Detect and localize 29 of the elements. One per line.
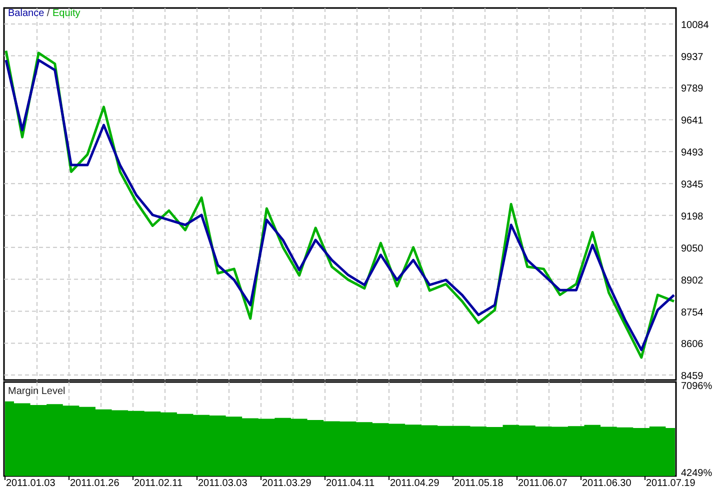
y-axis-label: 9641: [681, 116, 704, 127]
y-axis-label: 9493: [681, 148, 704, 159]
y-axis-label: 4249%: [681, 468, 712, 479]
y-axis-label: 9345: [681, 180, 704, 191]
y-axis-label: 8754: [681, 307, 704, 318]
x-axis-label: 2011.01.26: [70, 478, 120, 489]
y-axis-label: 9937: [681, 52, 704, 63]
x-axis-label: 2011.01.03: [6, 478, 56, 489]
y-axis-label: 8606: [681, 339, 704, 350]
y-axis-label: 9050: [681, 243, 704, 254]
y-axis-label: 9198: [681, 211, 704, 222]
x-axis-label: 2011.03.29: [262, 478, 312, 489]
legend-separator: /: [46, 8, 50, 19]
x-axis-label: 2011.04.11: [326, 478, 375, 489]
y-axis-label: 7096%: [681, 381, 712, 392]
x-axis-label: 2011.07.19: [646, 478, 696, 489]
legend-label: Balance: [8, 8, 44, 19]
x-axis-label: 2011.06.30: [582, 478, 632, 489]
y-axis-label: 9789: [681, 84, 704, 95]
x-axis-label: 2011.05.18: [454, 478, 504, 489]
x-axis-label: 2011.04.29: [390, 478, 440, 489]
legend-label: Equity: [52, 8, 80, 19]
x-axis-label: 2011.03.03: [198, 478, 248, 489]
y-axis-label: 10084: [681, 20, 709, 31]
panel-title: Margin Level: [8, 386, 66, 397]
x-axis-label: 2011.06.07: [518, 478, 568, 489]
y-axis-label: 8459: [681, 371, 704, 381]
y-axis-label: 8902: [681, 275, 704, 286]
x-axis-label: 2011.02.11: [134, 478, 183, 489]
